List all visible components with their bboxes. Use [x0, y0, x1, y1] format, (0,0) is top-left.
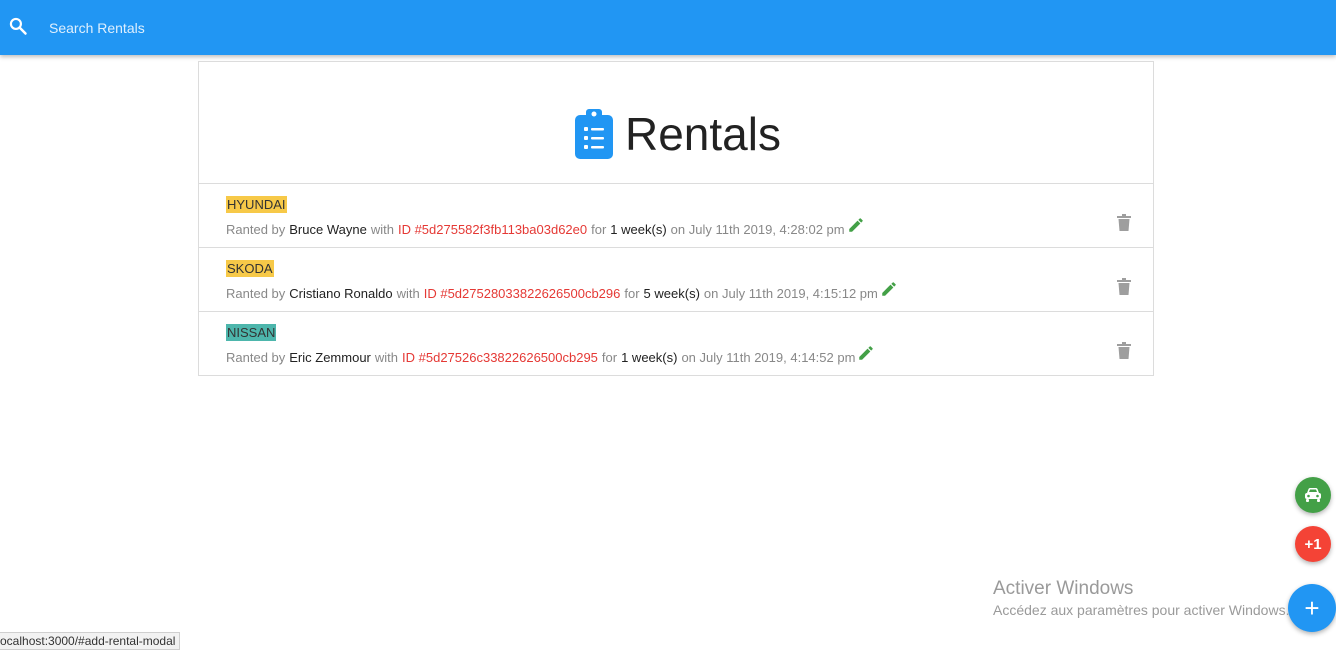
- with-text: with: [374, 350, 399, 365]
- plus-one-fab-button[interactable]: +1: [1295, 526, 1331, 562]
- rental-date: on July 11th 2019, 4:15:12 pm: [703, 286, 878, 301]
- car-fab-button[interactable]: [1295, 477, 1331, 513]
- for-text: for: [591, 222, 607, 237]
- rentals-panel: Rentals HYUNDAI Ranted by Bruce Wayne wi…: [198, 61, 1154, 376]
- renter-name: Eric Zemmour: [289, 350, 371, 365]
- brand-label: NISSAN: [226, 324, 277, 341]
- pencil-edit-icon[interactable]: [847, 216, 865, 234]
- rental-row: SKODA Ranted by Cristiano Ronaldo with I…: [199, 248, 1153, 312]
- brand-label: SKODA: [226, 260, 274, 277]
- for-text: for: [624, 286, 640, 301]
- with-text: with: [370, 222, 394, 237]
- rental-details: Ranted by Cristiano Ronaldo with ID #5d2…: [226, 281, 898, 301]
- renter-name: Cristiano Ronaldo: [289, 286, 393, 301]
- browser-status-url: ocalhost:3000/#add-rental-modal: [0, 632, 181, 650]
- for-text: for: [601, 350, 618, 365]
- pencil-edit-icon[interactable]: [880, 280, 898, 298]
- windows-activation-watermark: Activer Windows Accédez aux paramètres p…: [993, 578, 1289, 618]
- rental-row: HYUNDAI Ranted by Bruce Wayne with ID #5…: [199, 184, 1153, 248]
- with-text: with: [396, 286, 420, 301]
- rental-row: NISSAN Ranted by Eric Zemmour with ID #5…: [199, 312, 1153, 375]
- clipboard-list-icon: [575, 109, 613, 159]
- top-app-bar: [0, 0, 1336, 55]
- brand-label: HYUNDAI: [226, 196, 287, 213]
- pencil-edit-icon[interactable]: [857, 344, 875, 362]
- rented-by-text: Ranted by: [226, 350, 286, 365]
- trash-delete-icon[interactable]: [1117, 342, 1131, 359]
- search-icon[interactable]: [8, 16, 28, 36]
- page-title: Rentals: [625, 108, 781, 160]
- rentals-header-title-group: Rentals: [575, 106, 781, 162]
- trash-delete-icon[interactable]: [1117, 214, 1131, 231]
- rental-id: ID #5d27526c33822626500cb295: [402, 350, 598, 365]
- rental-date: on July 11th 2019, 4:14:52 pm: [681, 350, 856, 365]
- rental-date: on July 11th 2019, 4:28:02 pm: [670, 222, 845, 237]
- search-input[interactable]: [47, 14, 551, 42]
- rental-id: ID #5d27528033822626500cb296: [423, 286, 621, 301]
- rentals-header: Rentals: [199, 62, 1153, 184]
- rental-id: ID #5d275582f3fb113ba03d62e0: [397, 222, 588, 237]
- renter-name: Bruce Wayne: [289, 222, 367, 237]
- rental-duration: 1 week(s): [621, 350, 678, 365]
- add-rental-fab-button[interactable]: +: [1288, 584, 1336, 632]
- rental-duration: 1 week(s): [610, 222, 667, 237]
- watermark-subtitle: Accédez aux paramètres pour activer Wind…: [993, 602, 1290, 618]
- rental-duration: 5 week(s): [643, 286, 700, 301]
- car-icon: [1305, 488, 1321, 502]
- trash-delete-icon[interactable]: [1117, 278, 1131, 295]
- rented-by-text: Ranted by: [226, 222, 286, 237]
- rental-details: Ranted by Bruce Wayne with ID #5d275582f…: [226, 217, 865, 237]
- watermark-title: Activer Windows: [993, 578, 1134, 599]
- rental-details: Ranted by Eric Zemmour with ID #5d27526c…: [226, 345, 875, 365]
- rented-by-text: Ranted by: [226, 286, 286, 301]
